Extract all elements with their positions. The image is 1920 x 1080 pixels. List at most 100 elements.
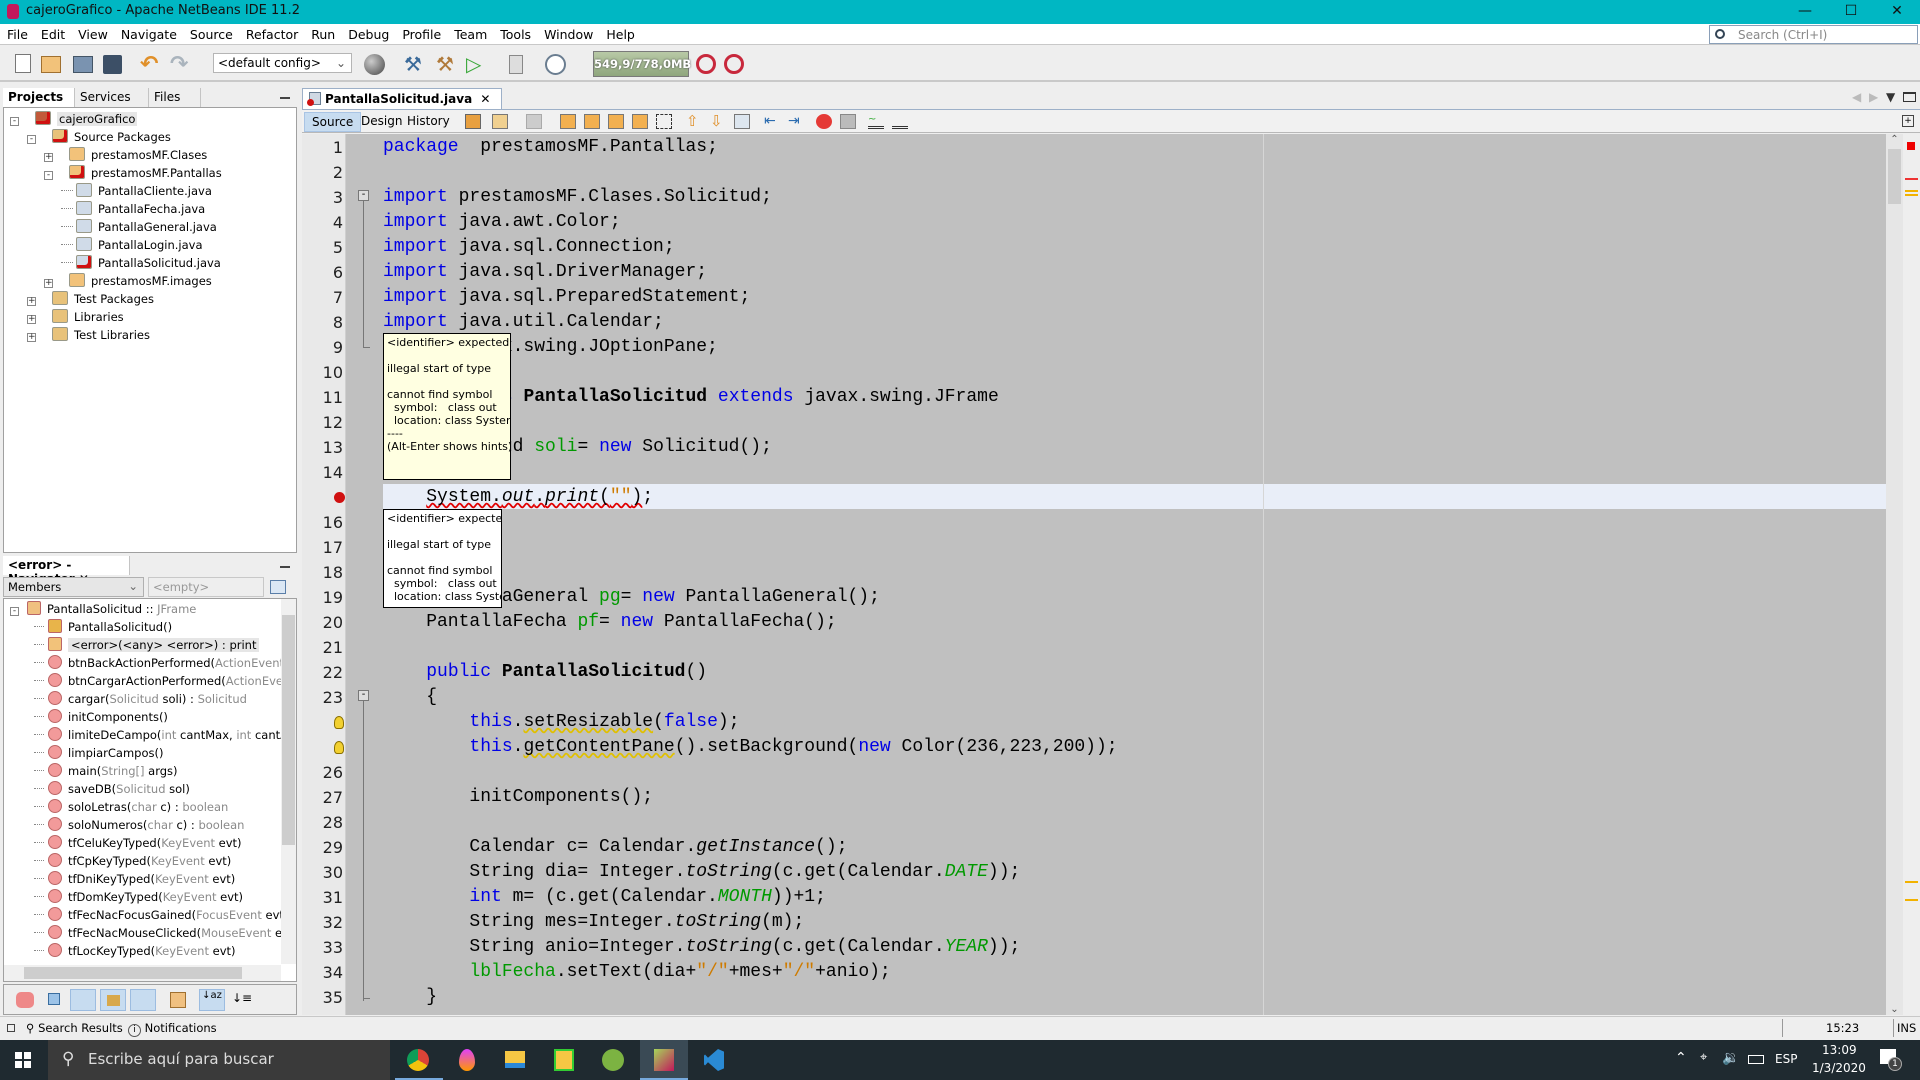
- navigator-member-item[interactable]: tfDomKeyTyped(KeyEvent evt): [34, 888, 243, 906]
- warning-mark[interactable]: [1905, 190, 1918, 192]
- config-select[interactable]: <default config> ⌄: [213, 53, 352, 73]
- warning-mark[interactable]: [1905, 881, 1918, 883]
- find-icon[interactable]: [560, 114, 576, 129]
- code-line[interactable]: String dia= Integer.toString(c.get(Calen…: [383, 860, 1020, 885]
- navigator-title-tab[interactable]: <error> - Navigator ✕: [3, 556, 130, 586]
- globe-icon[interactable]: [362, 52, 388, 76]
- find-next-icon[interactable]: [608, 114, 624, 129]
- toggle-highlight-icon[interactable]: [632, 114, 648, 129]
- tree-item[interactable]: PantallaFecha.java: [61, 200, 205, 218]
- file-explorer-icon[interactable]: [491, 1040, 539, 1080]
- scroll-tabs-left-icon[interactable]: ◀: [1852, 90, 1861, 104]
- close-icon[interactable]: ✕: [480, 92, 490, 106]
- navigator-member-item[interactable]: cargar(Solicitud soli) : Solicitud: [34, 690, 247, 708]
- paint3d-icon[interactable]: [443, 1040, 491, 1080]
- forward-icon[interactable]: [526, 114, 542, 129]
- editor-vertical-scrollbar[interactable]: ⌃ ⌄: [1886, 134, 1903, 1015]
- private-members-icon[interactable]: [100, 989, 126, 1011]
- debug-icon[interactable]: [504, 52, 530, 76]
- tab-projects[interactable]: Projects ✕: [3, 88, 75, 118]
- tree-item[interactable]: - cajeroGrafico: [10, 110, 138, 128]
- hint-bulb-warning-icon[interactable]: [334, 716, 344, 729]
- non-public-icon[interactable]: [70, 989, 96, 1011]
- code-line[interactable]: this.getContentPane().setBackground(new …: [383, 735, 1117, 760]
- view-history-tab[interactable]: History: [400, 112, 457, 132]
- scroll-up-icon[interactable]: ⌃: [1886, 134, 1903, 145]
- scroll-thumb[interactable]: [24, 967, 242, 979]
- navigator-member-item[interactable]: tfLocKeyTyped(KeyEvent evt): [34, 942, 236, 960]
- next-bookmark-icon[interactable]: ⇩: [710, 114, 726, 129]
- navigator-member-item[interactable]: limiteDeCampo(int cantMax, int cantAc) :…: [34, 726, 296, 744]
- menu-profile[interactable]: Profile: [395, 24, 447, 42]
- last-edit-icon[interactable]: [465, 114, 481, 129]
- scroll-thumb[interactable]: [1888, 149, 1901, 204]
- menu-edit[interactable]: Edit: [34, 24, 71, 42]
- new-file-icon[interactable]: [10, 52, 36, 76]
- expand-icon[interactable]: +: [27, 333, 36, 342]
- tree-item[interactable]: + Libraries: [27, 308, 124, 326]
- error-status-marker[interactable]: [1907, 142, 1915, 150]
- minimize-button[interactable]: —: [1782, 0, 1828, 24]
- scroll-tabs-right-icon[interactable]: ▶: [1869, 90, 1878, 104]
- netbeans-icon[interactable]: [640, 1040, 688, 1080]
- new-project-icon[interactable]: [38, 52, 64, 76]
- members-filter-select[interactable]: Members ⌄: [3, 577, 144, 597]
- clock-time[interactable]: 13:09: [1822, 1043, 1857, 1057]
- sort-by-name-icon[interactable]: ↓az: [199, 989, 225, 1011]
- code-line[interactable]: public PantallaSolicitud(): [383, 660, 707, 685]
- tree-item[interactable]: PantallaLogin.java: [61, 236, 203, 254]
- taskbar-search-input[interactable]: ⚲ Escribe aquí para buscar: [48, 1040, 390, 1080]
- collapse-icon[interactable]: -: [44, 171, 53, 180]
- chrome-icon[interactable]: [395, 1040, 443, 1080]
- expand-icon[interactable]: +: [27, 315, 36, 324]
- stop-macro-recording-icon[interactable]: [840, 114, 856, 129]
- menu-tools[interactable]: Tools: [493, 24, 537, 42]
- input-language[interactable]: ESP: [1775, 1052, 1797, 1066]
- menu-debug[interactable]: Debug: [341, 24, 395, 42]
- toggle-bookmark-icon[interactable]: [734, 114, 750, 129]
- collapse-icon[interactable]: -: [27, 135, 36, 144]
- show-hidden-icons-icon[interactable]: ⌃: [1675, 1050, 1687, 1066]
- profiler-snapshot-icon[interactable]: [722, 52, 748, 76]
- wifi-icon[interactable]: ⌖: [1700, 1050, 1707, 1065]
- expand-icon[interactable]: +: [44, 153, 53, 162]
- navigator-member-item[interactable]: soloLetras(char c) : boolean: [34, 798, 228, 816]
- save-all-icon[interactable]: [100, 52, 126, 76]
- code-line[interactable]: String mes=Integer.toString(m);: [383, 910, 804, 935]
- menu-run[interactable]: Run: [304, 24, 341, 42]
- tab-files[interactable]: Files: [149, 88, 201, 107]
- code-line[interactable]: Calendar c= Calendar.getInstance();: [383, 835, 847, 860]
- collapse-icon[interactable]: -: [10, 607, 19, 616]
- inner-classes-icon[interactable]: [170, 992, 186, 1008]
- navigator-member-item[interactable]: - PantallaSolicitud :: JFrame: [10, 600, 196, 618]
- navigator-member-item[interactable]: tfFecNacMouseClicked(MouseEvent evt): [34, 924, 296, 942]
- navigator-member-item[interactable]: initComponents(): [34, 708, 168, 726]
- shift-right-icon[interactable]: ⇥: [788, 114, 804, 129]
- menu-file[interactable]: File: [0, 24, 34, 42]
- code-line[interactable]: initComponents();: [383, 785, 653, 810]
- sort-by-source-icon[interactable]: ↓≡: [232, 991, 252, 1009]
- menu-view[interactable]: View: [71, 24, 114, 42]
- inherited-members-icon[interactable]: [16, 992, 34, 1008]
- static-members-icon[interactable]: [130, 989, 156, 1011]
- navigator-member-item[interactable]: tfFecNacFocusGained(FocusEvent evt): [34, 906, 288, 924]
- navigator-settings-icon[interactable]: [270, 580, 286, 594]
- code-line[interactable]: import java.sql.DriverManager;: [383, 260, 707, 285]
- tree-item[interactable]: - Source Packages: [27, 128, 171, 146]
- clean-build-icon[interactable]: ⚒: [432, 52, 458, 76]
- restore-windows-icon[interactable]: [7, 1024, 15, 1032]
- navigator-member-item[interactable]: <error>(<any> <error>) : print: [34, 636, 260, 654]
- code-line[interactable]: import java.sql.Connection;: [383, 235, 675, 260]
- tree-item[interactable]: PantallaCliente.java: [61, 182, 212, 200]
- undo-icon[interactable]: ↶: [140, 52, 166, 77]
- code-line[interactable]: System.out.print("");: [383, 485, 653, 510]
- scroll-thumb[interactable]: [282, 615, 295, 845]
- error-badge-icon[interactable]: [334, 492, 345, 503]
- error-mark[interactable]: [1905, 178, 1918, 180]
- start-macro-recording-icon[interactable]: [816, 114, 832, 129]
- windows-start-icon[interactable]: [15, 1052, 31, 1068]
- warning-mark[interactable]: [1905, 899, 1918, 901]
- menu-navigate[interactable]: Navigate: [114, 24, 183, 42]
- profile-icon[interactable]: [543, 52, 569, 76]
- code-line[interactable]: int m= (c.get(Calendar.MONTH))+1;: [383, 885, 825, 910]
